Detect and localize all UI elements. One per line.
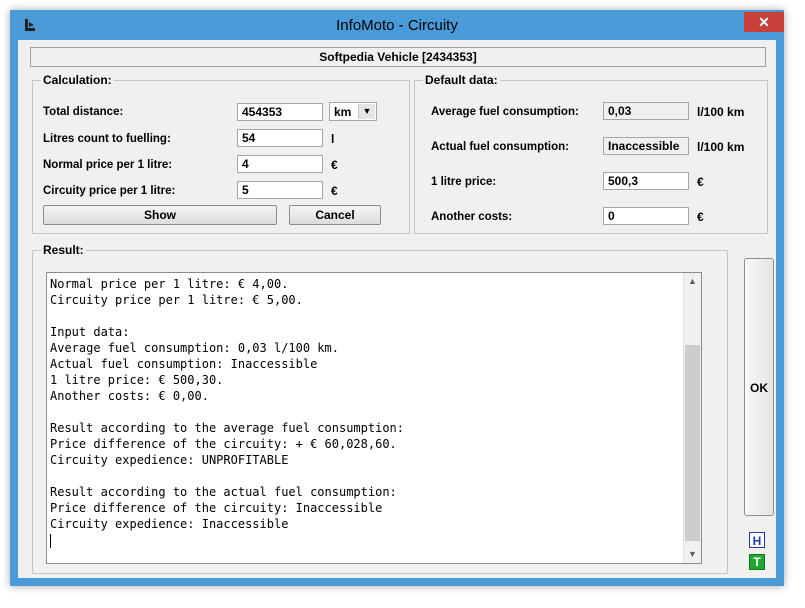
show-button[interactable]: Show	[43, 205, 277, 225]
result-line: Circuity expedience: UNPROFITABLE	[50, 453, 289, 467]
actual-consumption-unit: l/100 km	[697, 140, 745, 154]
result-scrollbar[interactable]: ▲ ▼	[683, 273, 701, 563]
app-window: InfoMoto - Circuity ✕ Softpedia Vehicle …	[10, 10, 784, 586]
close-button[interactable]: ✕	[744, 12, 784, 32]
chevron-down-icon[interactable]: ▼	[358, 104, 375, 119]
circuity-price-unit: €	[331, 184, 338, 198]
avg-consumption-label: Average fuel consumption:	[431, 106, 579, 118]
default-data-title: Default data:	[423, 73, 500, 87]
cancel-button[interactable]: Cancel	[289, 205, 381, 225]
default-data-group: Default data: Average fuel consumption: …	[414, 73, 768, 234]
litre-price-input[interactable]: 500,3	[603, 172, 689, 190]
h-icon[interactable]: H	[749, 532, 765, 548]
result-line: Normal price per 1 litre: € 4,00.	[50, 277, 289, 291]
calculation-title: Calculation:	[41, 73, 114, 87]
total-distance-input[interactable]: 454353	[237, 103, 323, 121]
litres-count-input[interactable]: 54	[237, 129, 323, 147]
scroll-up-icon[interactable]: ▲	[684, 273, 701, 290]
avg-consumption-unit: l/100 km	[697, 105, 745, 119]
text-caret	[50, 533, 51, 548]
normal-price-label: Normal price per 1 litre:	[43, 159, 173, 171]
client-area: Softpedia Vehicle [2434353] Calculation:…	[18, 40, 776, 578]
window-title: InfoMoto - Circuity	[336, 17, 458, 34]
result-line: Another costs: € 0,00.	[50, 389, 209, 403]
total-distance-label: Total distance:	[43, 106, 124, 118]
result-line: Average fuel consumption: 0,03 l/100 km.	[50, 341, 339, 355]
ok-button[interactable]: OK	[744, 258, 774, 516]
result-line: Price difference of the circuity: + € 60…	[50, 437, 397, 451]
litres-count-label: Litres count to fuelling:	[43, 133, 171, 145]
actual-consumption-label: Actual fuel consumption:	[431, 141, 569, 153]
scroll-down-icon[interactable]: ▼	[684, 546, 701, 563]
avg-consumption-value: 0,03	[603, 102, 689, 120]
close-icon: ✕	[758, 14, 770, 30]
ok-label: OK	[750, 381, 768, 395]
another-costs-input[interactable]: 0	[603, 207, 689, 225]
litre-price-label: 1 litre price:	[431, 176, 497, 188]
result-line: Input data:	[50, 325, 130, 339]
another-costs-unit: €	[697, 210, 704, 224]
result-text: Normal price per 1 litre: € 4,00. Circui…	[50, 276, 680, 548]
result-line: Circuity expedience: Inaccessible	[50, 517, 289, 531]
result-textarea[interactable]: Normal price per 1 litre: € 4,00. Circui…	[46, 272, 702, 564]
result-line: Result according to the average fuel con…	[50, 421, 405, 435]
result-line: Actual fuel consumption: Inaccessible	[50, 357, 318, 371]
normal-price-input[interactable]: 4	[237, 155, 323, 173]
result-line: 1 litre price: € 500,30.	[50, 373, 224, 387]
litre-price-unit: €	[697, 175, 704, 189]
another-costs-label: Another costs:	[431, 211, 513, 223]
normal-price-unit: €	[331, 158, 338, 172]
result-line: Result according to the actual fuel cons…	[50, 485, 397, 499]
circuity-price-input[interactable]: 5	[237, 181, 323, 199]
distance-unit-select[interactable]: km ▼	[329, 102, 377, 121]
t-icon[interactable]: T	[749, 554, 765, 570]
result-line: Price difference of the circuity: Inacce…	[50, 501, 383, 515]
calculation-group: Calculation: Total distance: 454353 km ▼…	[32, 73, 410, 234]
result-line: Circuity price per 1 litre: € 5,00.	[50, 293, 303, 307]
distance-unit-value: km	[334, 105, 352, 119]
litres-unit: l	[331, 132, 335, 146]
title-bar[interactable]: InfoMoto - Circuity ✕	[10, 10, 784, 40]
result-title: Result:	[41, 243, 86, 257]
scroll-thumb[interactable]	[685, 345, 700, 541]
vehicle-name: Softpedia Vehicle [2434353]	[30, 47, 766, 67]
circuity-price-label: Circuity price per 1 litre:	[43, 185, 176, 197]
actual-consumption-value: Inaccessible	[603, 137, 689, 155]
